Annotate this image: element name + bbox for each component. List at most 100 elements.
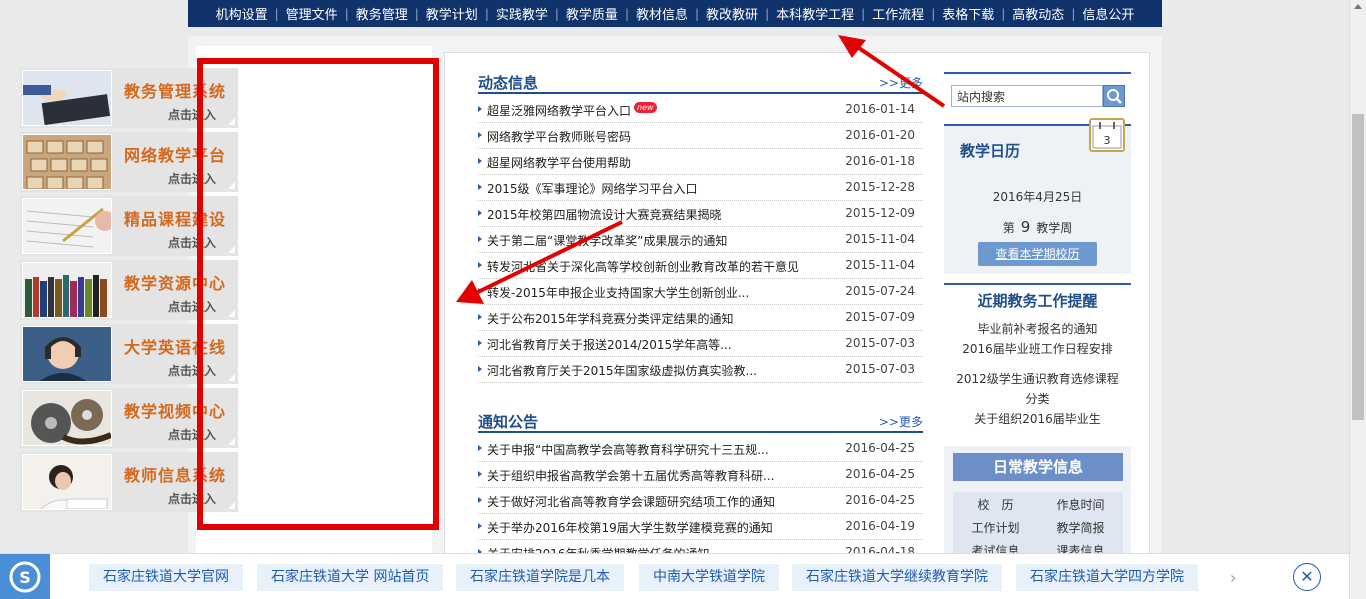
close-icon[interactable]: ✕ bbox=[1293, 563, 1321, 591]
system-link-teaching-video[interactable]: 教学视频中心 点击进入 bbox=[20, 388, 238, 448]
news-item[interactable]: 河北省教育厅关于报送2014/2015学年高等... 2015-07-03 bbox=[478, 331, 923, 357]
vertical-scrollbar[interactable] bbox=[1349, 0, 1366, 599]
notice-item[interactable]: 关于做好河北省高等教育学会课题研究结项工作的通知 2016-04-25 bbox=[478, 488, 923, 514]
suggestion-link[interactable]: 石家庄铁道大学继续教育学院 bbox=[792, 564, 1002, 591]
notice-item-title[interactable]: 关于组织申报省高教学会第十五届优秀高等教育科研... bbox=[487, 467, 774, 484]
news-item[interactable]: 2015级《军事理论》网络学习平台入口 2015-12-28 bbox=[478, 175, 923, 201]
news-item-date: 2015-07-03 bbox=[845, 362, 915, 376]
enter-link[interactable]: 点击进入 bbox=[168, 106, 216, 123]
view-calendar-button[interactable]: 查看本学期校历 bbox=[978, 242, 1097, 266]
system-link-academic-affairs[interactable]: 教务管理系统 点击进入 bbox=[20, 68, 238, 128]
daily-link[interactable]: 作息时间 bbox=[1038, 496, 1123, 513]
bullet-icon bbox=[478, 497, 482, 503]
next-arrow-icon[interactable]: › bbox=[1230, 568, 1236, 587]
suggestion-link[interactable]: 石家庄铁道大学 网站首页 bbox=[257, 564, 444, 591]
reminder-item[interactable]: 2016届毕业班工作日程安排 bbox=[944, 339, 1131, 359]
news-item-date: 2015-12-28 bbox=[845, 180, 915, 194]
news-item[interactable]: 关于公布2015年学科竞赛分类评定结果的通知 2015-07-09 bbox=[478, 305, 923, 331]
suggestion-link[interactable]: 石家庄铁道学院是几本 bbox=[456, 564, 624, 591]
search-input[interactable] bbox=[951, 85, 1103, 107]
headset-operator-photo bbox=[22, 326, 112, 382]
nav-item[interactable]: 机构设置 bbox=[209, 4, 275, 23]
news-item[interactable]: 转发河北省关于深化高等学校创新创业教育改革的若干意见 2015-11-04 bbox=[478, 253, 923, 279]
nav-item[interactable]: 实践教学 bbox=[489, 4, 555, 23]
nav-item[interactable]: 教学计划 bbox=[419, 4, 485, 23]
daily-link[interactable]: 校 历 bbox=[953, 496, 1038, 513]
system-link-college-english[interactable]: 大学英语在线 点击进入 bbox=[20, 324, 238, 384]
nav-item[interactable]: 工作流程 bbox=[865, 4, 931, 23]
news-item[interactable]: 超星泛雅网络教学平台入口 new 2016-01-14 bbox=[478, 97, 923, 123]
news-item-title[interactable]: 关于第二届“课堂教学改革奖”成果展示的通知 bbox=[487, 232, 727, 249]
system-link-network-teaching[interactable]: 网络教学平台 点击进入 bbox=[20, 132, 238, 192]
new-badge: new bbox=[634, 102, 657, 113]
news-item[interactable]: 超星网络教学平台使用帮助 2016-01-18 bbox=[478, 149, 923, 175]
news-item-title[interactable]: 网络教学平台教师账号密码 bbox=[487, 128, 631, 145]
system-link-teacher-info[interactable]: 教师信息系统 点击进入 bbox=[20, 452, 238, 512]
system-link-quality-courses[interactable]: 精品课程建设 点击进入 bbox=[20, 196, 238, 256]
news-item-title[interactable]: 超星网络教学平台使用帮助 bbox=[487, 154, 631, 171]
system-title: 教务管理系统 bbox=[124, 82, 227, 101]
notice-item-title[interactable]: 关于申报“中国高教学会高等教育科学研究十三五规... bbox=[487, 441, 769, 458]
right-column: 教学日历 3 2016年4月25日 第9 教学周 查看本学期校历 近期教务工作提醒… bbox=[944, 72, 1131, 563]
scrollbar-thumb[interactable] bbox=[1352, 114, 1364, 420]
notice-item-title[interactable]: 关于安排2016年秋季学期教学任务的通知 bbox=[487, 545, 710, 553]
news-item[interactable]: 2015年校第四届物流设计大赛竞赛结果揭晓 2015-12-09 bbox=[478, 201, 923, 227]
news-item[interactable]: 转发-2015年申报企业支持国家大学生创新创业... 2015-07-24 bbox=[478, 279, 923, 305]
news-item-title[interactable]: 2015年校第四届物流设计大赛竞赛结果揭晓 bbox=[487, 206, 722, 223]
notice-item[interactable]: 关于安排2016年秋季学期教学任务的通知 2016-04-18 bbox=[478, 540, 923, 553]
news-item-date: 2015-11-04 bbox=[845, 232, 915, 246]
nav-item[interactable]: 教学质量 bbox=[559, 4, 625, 23]
enter-link[interactable]: 点击进入 bbox=[168, 426, 216, 443]
nav-item[interactable]: 管理文件 bbox=[279, 4, 345, 23]
news-item-title[interactable]: 河北省教育厅关于2015年国家级虚拟仿真实验教... bbox=[487, 362, 757, 379]
bullet-icon bbox=[478, 314, 482, 320]
notice-item-title[interactable]: 关于举办2016年校第19届大学生数学建模竞赛的通知 bbox=[487, 519, 773, 536]
notice-item[interactable]: 关于申报“中国高教学会高等教育科学研究十三五规... 2016-04-25 bbox=[478, 436, 923, 462]
notice-item-title[interactable]: 关于做好河北省高等教育学会课题研究结项工作的通知 bbox=[487, 493, 775, 510]
news-item-date: 2015-12-09 bbox=[845, 206, 915, 220]
news-item[interactable]: 河北省教育厅关于2015年国家级虚拟仿真实验教... 2015-07-03 bbox=[478, 357, 923, 383]
news-item-title[interactable]: 转发-2015年申报企业支持国家大学生创新创业... bbox=[487, 284, 749, 301]
nav-item[interactable]: 高教动态 bbox=[1005, 4, 1071, 23]
nav-item[interactable]: 信息公开 bbox=[1075, 4, 1141, 23]
news-item-title[interactable]: 河北省教育厅关于报送2014/2015学年高等... bbox=[487, 336, 732, 353]
reminder-item[interactable]: 毕业前补考报名的通知 bbox=[944, 319, 1131, 339]
reminder-item[interactable]: 2012级学生通识教育选修课程分类 bbox=[944, 369, 1131, 409]
system-link-teaching-resources[interactable]: 教学资源中心 点击进入 bbox=[20, 260, 238, 320]
bullet-icon bbox=[478, 340, 482, 346]
nav-item[interactable]: 教改教研 bbox=[699, 4, 765, 23]
news-item[interactable]: 网络教学平台教师账号密码 2016-01-20 bbox=[478, 123, 923, 149]
enter-link[interactable]: 点击进入 bbox=[168, 490, 216, 507]
news-item-title[interactable]: 关于公布2015年学科竞赛分类评定结果的通知 bbox=[487, 310, 734, 327]
sogou-logo-icon[interactable]: S bbox=[0, 554, 50, 599]
enter-link[interactable]: 点击进入 bbox=[168, 298, 216, 315]
notices-more-link[interactable]: >>更多 bbox=[879, 413, 923, 430]
notice-item[interactable]: 关于组织申报省高教学会第十五届优秀高等教育科研... 2016-04-25 bbox=[478, 462, 923, 488]
bullet-icon bbox=[478, 106, 482, 112]
news-item[interactable]: 关于第二届“课堂教学改革奖”成果展示的通知 2015-11-04 bbox=[478, 227, 923, 253]
nav-item[interactable]: 教材信息 bbox=[629, 4, 695, 23]
nav-item[interactable]: 本科教学工程 bbox=[769, 4, 861, 23]
daily-link[interactable]: 工作计划 bbox=[953, 519, 1038, 536]
daily-link[interactable]: 教学简报 bbox=[1038, 519, 1123, 536]
news-more-link[interactable]: >>更多 bbox=[879, 74, 923, 91]
calendar-title: 教学日历 bbox=[960, 142, 1021, 160]
news-item-date: 2016-01-14 bbox=[845, 102, 915, 116]
suggestion-link[interactable]: 石家庄铁道大学官网 bbox=[89, 564, 243, 591]
nav-item[interactable]: 表格下载 bbox=[935, 4, 1001, 23]
search-button[interactable] bbox=[1103, 85, 1125, 107]
reminder-item[interactable]: 关于组织2016届毕业生 bbox=[944, 409, 1131, 429]
news-item-title[interactable]: 2015级《军事理论》网络学习平台入口 bbox=[487, 180, 698, 197]
news-item-title[interactable]: 转发河北省关于深化高等学校创新创业教育改革的若干意见 bbox=[487, 258, 799, 275]
suggestion-link[interactable]: 中南大学铁道学院 bbox=[639, 564, 779, 591]
enter-link[interactable]: 点击进入 bbox=[168, 170, 216, 187]
enter-link[interactable]: 点击进入 bbox=[168, 234, 216, 251]
nav-item[interactable]: 教务管理 bbox=[349, 4, 415, 23]
news-item-title[interactable]: 超星泛雅网络教学平台入口 new bbox=[487, 102, 657, 119]
scroll-up-arrow-icon[interactable] bbox=[1354, 4, 1362, 9]
svg-text:S: S bbox=[19, 568, 31, 587]
notice-item[interactable]: 关于举办2016年校第19届大学生数学建模竞赛的通知 2016-04-19 bbox=[478, 514, 923, 540]
system-title: 教师信息系统 bbox=[124, 466, 227, 485]
suggestion-link[interactable]: 石家庄铁道大学四方学院 bbox=[1016, 564, 1198, 591]
enter-link[interactable]: 点击进入 bbox=[168, 362, 216, 379]
